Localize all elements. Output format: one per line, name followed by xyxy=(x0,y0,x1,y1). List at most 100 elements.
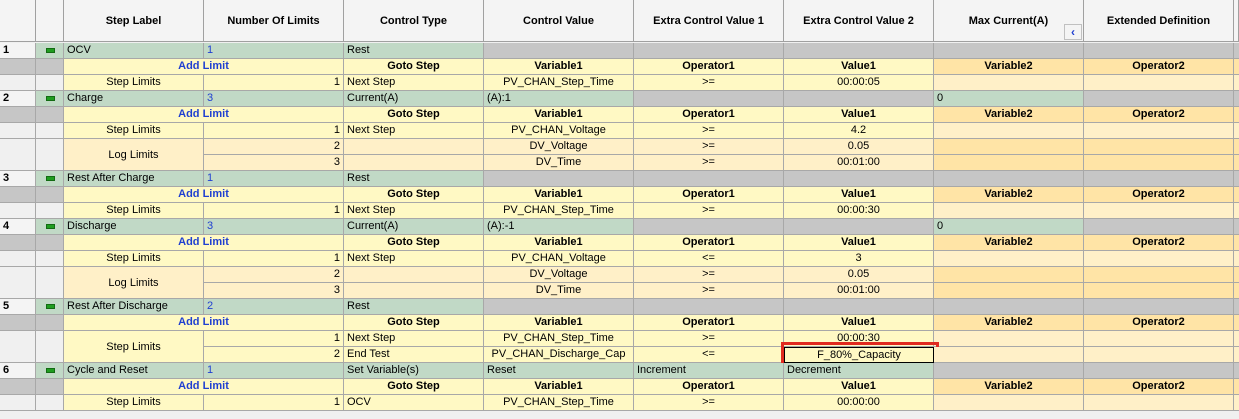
operator1-cell[interactable]: >= xyxy=(634,283,784,299)
variable1-cell[interactable]: DV_Voltage xyxy=(484,267,634,283)
control-type-cell[interactable]: Rest xyxy=(344,43,484,59)
collapse-minus-icon[interactable] xyxy=(46,304,55,309)
header-max-current[interactable]: Max Current(A) xyxy=(934,0,1084,42)
header-extra-control-value-1[interactable]: Extra Control Value 1 xyxy=(634,0,784,42)
operator1-cell[interactable]: >= xyxy=(634,331,784,347)
step-collapse-toggle[interactable] xyxy=(36,91,64,107)
header-control-value[interactable]: Control Value xyxy=(484,0,634,42)
step-label-cell[interactable]: Charge xyxy=(64,91,204,107)
operator1-cell[interactable]: >= xyxy=(634,139,784,155)
add-limit-button[interactable]: Add Limit xyxy=(64,107,344,123)
variable1-cell[interactable]: PV_CHAN_Voltage xyxy=(484,251,634,267)
extended-definition-cell[interactable] xyxy=(1084,299,1234,315)
collapse-minus-icon[interactable] xyxy=(46,224,55,229)
number-of-limits-cell[interactable]: 3 xyxy=(204,91,344,107)
number-of-limits-cell[interactable]: 2 xyxy=(204,299,344,315)
goto-step-cell[interactable]: Next Step xyxy=(344,251,484,267)
collapse-minus-icon[interactable] xyxy=(46,368,55,373)
extra-control-value-2-cell[interactable] xyxy=(784,219,934,235)
step-collapse-toggle[interactable] xyxy=(36,219,64,235)
goto-step-cell[interactable]: OCV xyxy=(344,395,484,411)
step-collapse-toggle[interactable] xyxy=(36,363,64,379)
step-collapse-toggle[interactable] xyxy=(36,43,64,59)
value1-cell[interactable]: 00:01:00 xyxy=(784,155,934,171)
operator2-cell[interactable] xyxy=(1084,75,1234,91)
extra-control-value-1-cell[interactable] xyxy=(634,219,784,235)
control-value-cell[interactable]: (A):1 xyxy=(484,91,634,107)
add-limit-button[interactable]: Add Limit xyxy=(64,59,344,75)
number-of-limits-cell[interactable]: 1 xyxy=(204,171,344,187)
control-value-cell[interactable] xyxy=(484,171,634,187)
collapse-minus-icon[interactable] xyxy=(46,176,55,181)
header-toggle[interactable] xyxy=(36,0,64,42)
extended-definition-cell[interactable] xyxy=(1084,219,1234,235)
operator1-cell[interactable]: >= xyxy=(634,395,784,411)
variable2-cell[interactable] xyxy=(934,139,1084,155)
step-label-cell[interactable]: OCV xyxy=(64,43,204,59)
control-value-cell[interactable] xyxy=(484,43,634,59)
variable2-cell[interactable] xyxy=(934,331,1084,347)
extra-control-value-2-cell[interactable] xyxy=(784,299,934,315)
goto-step-cell[interactable] xyxy=(344,139,484,155)
variable2-cell[interactable] xyxy=(934,155,1084,171)
value1-cell[interactable]: 0.05 xyxy=(784,139,934,155)
extra-control-value-1-cell[interactable] xyxy=(634,91,784,107)
variable2-cell[interactable] xyxy=(934,283,1084,299)
operator2-cell[interactable] xyxy=(1084,203,1234,219)
variable1-cell[interactable]: PV_CHAN_Step_Time xyxy=(484,395,634,411)
extended-definition-cell[interactable] xyxy=(1084,363,1234,379)
max-current-cell[interactable] xyxy=(934,299,1084,315)
extra-control-value-1-cell[interactable] xyxy=(634,299,784,315)
max-current-cell[interactable] xyxy=(934,171,1084,187)
goto-step-cell[interactable]: Next Step xyxy=(344,123,484,139)
header-row-num[interactable] xyxy=(0,0,36,42)
value1-cell[interactable]: 00:01:00 xyxy=(784,283,934,299)
variable1-cell[interactable]: PV_CHAN_Discharge_Cap xyxy=(484,347,634,363)
operator1-cell[interactable]: <= xyxy=(634,347,784,363)
value1-cell[interactable]: 4.2 xyxy=(784,123,934,139)
variable2-cell[interactable] xyxy=(934,203,1084,219)
extra-control-value-2-cell[interactable]: Decrement xyxy=(784,363,934,379)
value1-cell[interactable]: 0.05 xyxy=(784,267,934,283)
goto-step-cell[interactable]: Next Step xyxy=(344,203,484,219)
operator2-cell[interactable] xyxy=(1084,347,1234,363)
control-value-cell[interactable]: (A):-1 xyxy=(484,219,634,235)
operator1-cell[interactable]: >= xyxy=(634,75,784,91)
number-of-limits-cell[interactable]: 1 xyxy=(204,43,344,59)
scroll-left-icon[interactable]: ‹ xyxy=(1064,24,1082,40)
header-extra-control-value-2[interactable]: Extra Control Value 2 xyxy=(784,0,934,42)
goto-step-cell[interactable]: Next Step xyxy=(344,75,484,91)
value1-cell[interactable]: 00:00:00 xyxy=(784,395,934,411)
variable2-cell[interactable] xyxy=(934,267,1084,283)
number-of-limits-cell[interactable]: 3 xyxy=(204,219,344,235)
extended-definition-cell[interactable] xyxy=(1084,43,1234,59)
value1-cell[interactable]: 00:00:30 xyxy=(784,203,934,219)
extended-definition-cell[interactable] xyxy=(1084,171,1234,187)
max-current-cell[interactable]: 0 xyxy=(934,219,1084,235)
variable2-cell[interactable] xyxy=(934,395,1084,411)
step-label-cell[interactable]: Discharge xyxy=(64,219,204,235)
step-label-cell[interactable]: Rest After Discharge xyxy=(64,299,204,315)
step-label-cell[interactable]: Cycle and Reset xyxy=(64,363,204,379)
variable1-cell[interactable]: PV_CHAN_Step_Time xyxy=(484,75,634,91)
value1-cell[interactable]: 00:00:05 xyxy=(784,75,934,91)
operator2-cell[interactable] xyxy=(1084,331,1234,347)
operator1-cell[interactable]: >= xyxy=(634,267,784,283)
control-value-cell[interactable]: Reset xyxy=(484,363,634,379)
operator2-cell[interactable] xyxy=(1084,139,1234,155)
extra-control-value-2-cell[interactable] xyxy=(784,91,934,107)
goto-step-cell[interactable] xyxy=(344,267,484,283)
step-collapse-toggle[interactable] xyxy=(36,171,64,187)
header-extended-definition[interactable]: Extended Definition xyxy=(1084,0,1234,42)
control-type-cell[interactable]: Rest xyxy=(344,171,484,187)
add-limit-button[interactable]: Add Limit xyxy=(64,379,344,395)
operator1-cell[interactable]: <= xyxy=(634,251,784,267)
variable1-cell[interactable]: PV_CHAN_Step_Time xyxy=(484,203,634,219)
goto-step-cell[interactable]: Next Step xyxy=(344,331,484,347)
value1-cell[interactable]: 3 xyxy=(784,251,934,267)
control-type-cell[interactable]: Current(A) xyxy=(344,91,484,107)
variable1-cell[interactable]: DV_Time xyxy=(484,283,634,299)
control-type-cell[interactable]: Set Variable(s) xyxy=(344,363,484,379)
variable1-cell[interactable]: PV_CHAN_Step_Time xyxy=(484,331,634,347)
number-of-limits-cell[interactable]: 1 xyxy=(204,363,344,379)
